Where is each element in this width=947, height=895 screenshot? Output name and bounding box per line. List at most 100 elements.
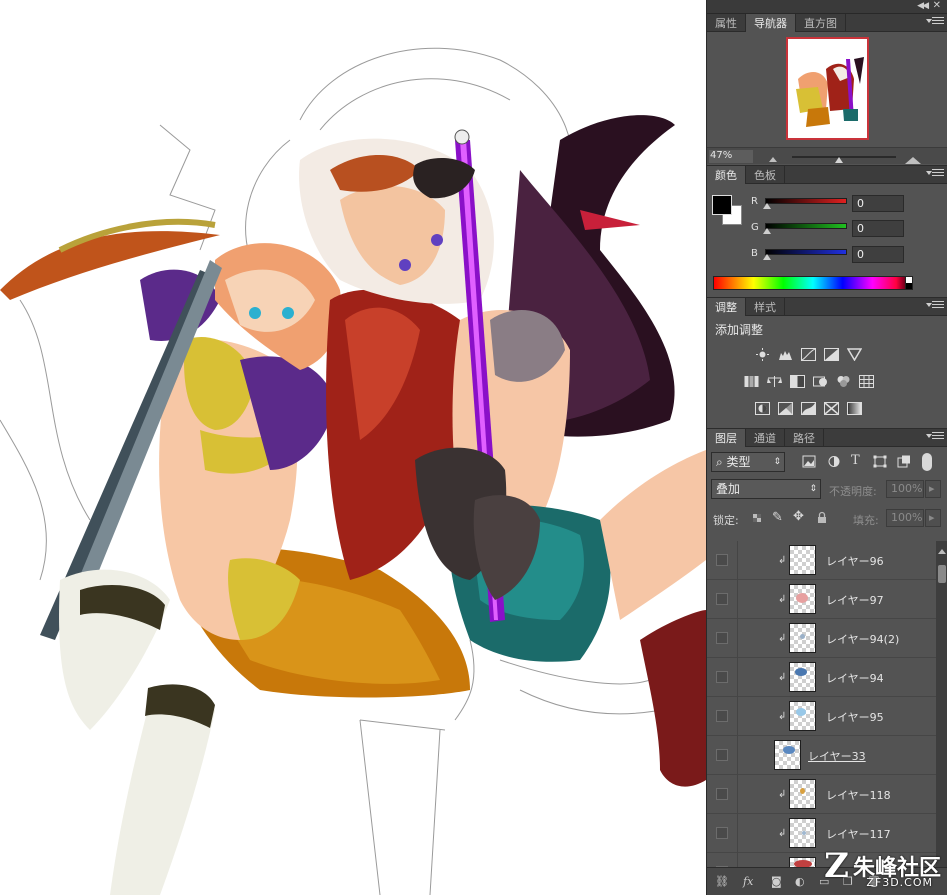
lock-image-pixels-icon[interactable]: ✎ <box>772 510 783 525</box>
green-value-field[interactable]: 0 <box>852 220 904 237</box>
gradient-map-icon[interactable] <box>847 402 862 415</box>
tab-layers[interactable]: 图层 <box>707 429 746 447</box>
link-icon[interactable]: ⛓ <box>715 875 729 888</box>
brightness-icon[interactable] <box>755 348 770 361</box>
artwork-illustration <box>0 47 706 895</box>
tab-properties[interactable]: 属性 <box>707 14 746 32</box>
fx-icon[interactable]: fx <box>743 875 753 888</box>
blend-mode-dropdown[interactable]: 叠加 ⇕ <box>711 479 821 499</box>
channel-mixer-icon[interactable] <box>836 375 851 388</box>
filter-pixel-icon[interactable] <box>802 455 816 468</box>
panel-menu-icon[interactable] <box>926 432 944 442</box>
layer-row[interactable]: ↲ レイヤー118 <box>707 775 937 814</box>
layer-row[interactable]: ↲ レイヤー97 <box>707 580 937 619</box>
zoom-in-icon[interactable] <box>905 151 921 164</box>
zoom-out-icon[interactable] <box>769 153 777 162</box>
color-balance-icon[interactable] <box>767 375 782 388</box>
layer-name[interactable]: レイヤー94(2) <box>826 631 899 647</box>
layer-name[interactable]: レイヤー94 <box>826 670 884 686</box>
tab-swatches[interactable]: 色板 <box>746 166 785 184</box>
green-slider-handle[interactable] <box>763 224 771 234</box>
curves-icon[interactable] <box>801 348 816 361</box>
zoom-slider-handle[interactable] <box>835 153 843 163</box>
red-value-field[interactable]: 0 <box>852 195 904 212</box>
layer-name[interactable]: レイヤー96 <box>826 553 884 569</box>
black-white-icon[interactable] <box>790 375 805 388</box>
navigator-thumbnail[interactable] <box>786 37 869 140</box>
adjustment-layer-icon[interactable]: ◐ <box>795 875 805 888</box>
layers-list[interactable]: ↲ レイヤー96 ↲ レイヤー97 ↲ レイヤー94(2) ↲ レイヤー94 ↲… <box>707 541 937 867</box>
layer-row[interactable]: ↲ レイヤー96 <box>707 541 937 580</box>
threshold-icon[interactable] <box>801 402 816 415</box>
filter-type-icon[interactable]: T <box>851 453 860 468</box>
layer-filter-dropdown[interactable]: ⌕ 类型 ⇕ <box>711 452 785 472</box>
lock-transparent-pixels-icon[interactable] <box>751 512 765 525</box>
visibility-toggle[interactable] <box>716 671 728 683</box>
panel-menu-icon[interactable] <box>926 169 944 179</box>
mask-icon[interactable]: ◙ <box>771 875 782 888</box>
close-icon[interactable]: ✕ <box>933 0 941 11</box>
vibrance-icon[interactable] <box>847 348 862 361</box>
fill-dropdown-button[interactable]: ▸ <box>925 509 941 527</box>
opacity-field[interactable]: 100% <box>886 480 924 498</box>
foreground-color-swatch[interactable] <box>712 195 732 215</box>
visibility-toggle[interactable] <box>716 554 728 566</box>
layer-name[interactable]: レイヤー117 <box>826 826 891 842</box>
invert-icon[interactable] <box>755 402 770 415</box>
visibility-toggle[interactable] <box>716 749 728 761</box>
green-channel-slider[interactable] <box>765 223 847 229</box>
panel-menu-icon[interactable] <box>926 301 944 311</box>
panel-menu-icon[interactable] <box>926 17 944 27</box>
tab-paths[interactable]: 路径 <box>785 429 824 447</box>
hue-saturation-icon[interactable] <box>744 375 759 388</box>
filter-toggle-switch[interactable] <box>922 453 932 471</box>
zoom-slider-track[interactable] <box>792 156 896 158</box>
color-lookup-icon[interactable] <box>859 375 874 388</box>
photo-filter-icon[interactable] <box>813 375 828 388</box>
tab-histogram[interactable]: 直方图 <box>796 14 846 32</box>
filter-shape-icon[interactable] <box>873 455 887 468</box>
lock-all-icon[interactable] <box>815 511 829 524</box>
fill-field[interactable]: 100% <box>886 509 924 527</box>
posterize-icon[interactable] <box>778 402 793 415</box>
blue-value-field[interactable]: 0 <box>852 246 904 263</box>
visibility-toggle[interactable] <box>716 632 728 644</box>
blue-channel-slider[interactable] <box>765 249 847 255</box>
scroll-up-icon[interactable] <box>938 545 946 554</box>
zoom-level-field[interactable]: 47% <box>709 150 753 163</box>
opacity-dropdown-button[interactable]: ▸ <box>925 480 941 498</box>
layer-row[interactable]: レイヤー33 <box>707 736 937 775</box>
tab-channels[interactable]: 通道 <box>746 429 785 447</box>
layer-row[interactable]: ↲ レイヤー94 <box>707 658 937 697</box>
layer-row[interactable]: ↲ レイヤー117 <box>707 814 937 853</box>
tab-color[interactable]: 颜色 <box>707 166 746 184</box>
lock-position-icon[interactable]: ✥ <box>793 509 804 524</box>
levels-icon[interactable] <box>778 348 793 361</box>
layers-scrollbar[interactable] <box>936 541 947 867</box>
layer-row[interactable]: ↲ レイヤー94(2) <box>707 619 937 658</box>
color-spectrum-bar[interactable] <box>713 276 913 290</box>
visibility-toggle[interactable] <box>716 827 728 839</box>
filter-adjustment-icon[interactable] <box>827 455 841 468</box>
tab-navigator[interactable]: 导航器 <box>746 14 796 32</box>
layer-name[interactable]: レイヤー118 <box>826 787 891 803</box>
visibility-toggle[interactable] <box>716 788 728 800</box>
collapse-icon[interactable]: ◀◀ <box>917 1 929 11</box>
layer-row[interactable]: ↲ レイヤー95 <box>707 697 937 736</box>
blue-slider-handle[interactable] <box>763 250 771 260</box>
red-channel-slider[interactable] <box>765 198 847 204</box>
selective-color-icon[interactable] <box>824 402 839 415</box>
visibility-toggle[interactable] <box>716 593 728 605</box>
document-canvas[interactable] <box>0 0 706 895</box>
exposure-icon[interactable] <box>824 348 839 361</box>
filter-smart-object-icon[interactable] <box>897 455 911 468</box>
tab-styles[interactable]: 样式 <box>746 298 785 316</box>
layer-name[interactable]: レイヤー95 <box>826 709 884 725</box>
layer-name[interactable]: レイヤー97 <box>826 592 884 608</box>
scrollbar-thumb[interactable] <box>938 565 946 583</box>
layer-name[interactable]: レイヤー33 <box>808 748 866 764</box>
tab-adjustments[interactable]: 调整 <box>707 298 746 316</box>
black-white-ramp[interactable] <box>905 276 913 290</box>
red-slider-handle[interactable] <box>763 199 771 209</box>
visibility-toggle[interactable] <box>716 710 728 722</box>
